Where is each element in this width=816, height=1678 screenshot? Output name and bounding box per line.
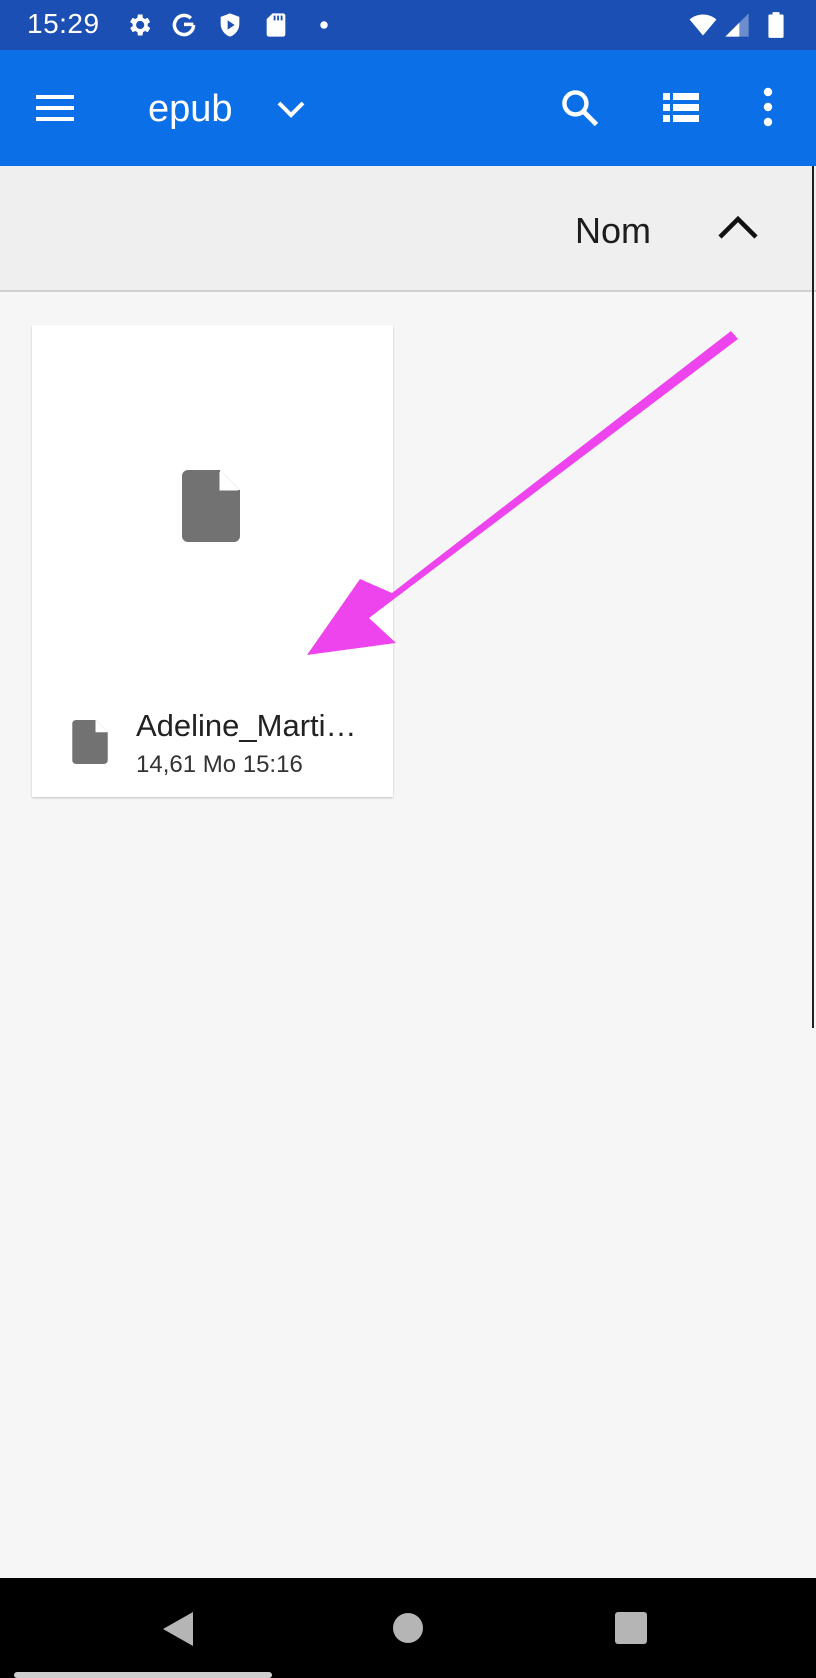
navigation-bar xyxy=(0,1578,816,1678)
search-icon[interactable] xyxy=(558,86,602,130)
more-vert-icon[interactable] xyxy=(756,84,780,130)
gesture-indicator xyxy=(14,1672,272,1678)
status-bar: 15:29 xyxy=(0,0,816,50)
back-icon[interactable] xyxy=(160,1610,196,1648)
chevron-up-icon[interactable] xyxy=(715,210,761,244)
home-icon[interactable] xyxy=(390,1610,426,1646)
status-time: 15:29 xyxy=(27,8,100,39)
file-name: Adeline_Marti… xyxy=(136,708,357,743)
recents-icon[interactable] xyxy=(614,1611,648,1645)
file-meta: 14,61 Mo 15:16 xyxy=(136,751,303,778)
sort-header: Nom xyxy=(0,166,816,292)
list-view-icon[interactable] xyxy=(660,88,702,128)
settings-icon xyxy=(130,14,151,36)
file-thumbnail-icon xyxy=(182,470,240,542)
app-bar: epub xyxy=(0,50,816,166)
battery-icon xyxy=(768,12,784,38)
file-icon xyxy=(72,720,108,764)
dot-icon xyxy=(320,21,328,29)
annotation-arrow xyxy=(307,331,738,655)
wifi-icon xyxy=(689,14,717,36)
shield-icon xyxy=(220,13,240,37)
signal-icon xyxy=(725,13,749,37)
sort-by-name[interactable]: Nom xyxy=(575,210,651,252)
sd-card-icon xyxy=(266,13,286,37)
chevron-down-icon[interactable] xyxy=(274,94,308,124)
folder-title[interactable]: epub xyxy=(148,88,233,131)
scroll-edge xyxy=(812,166,814,1028)
menu-icon[interactable] xyxy=(33,88,79,128)
google-icon xyxy=(172,13,196,37)
